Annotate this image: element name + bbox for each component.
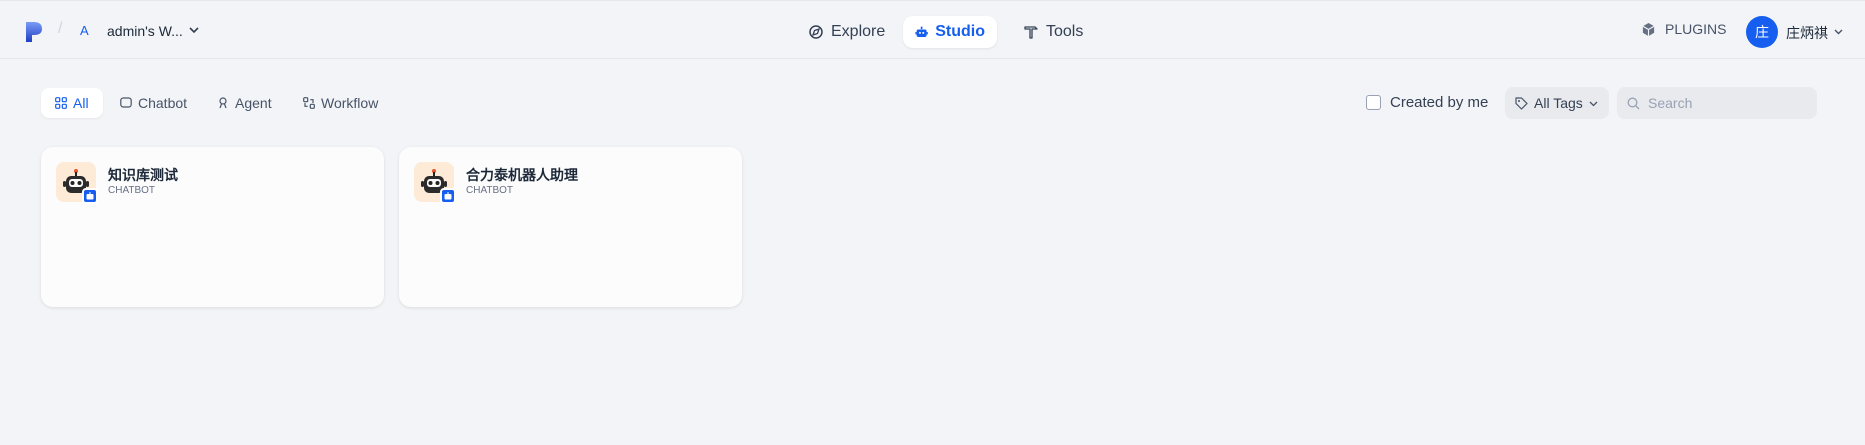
app-name: 知识库测试 [108,167,178,183]
compass-icon [809,25,823,39]
hammer-icon [1024,26,1038,39]
agent-icon [219,97,227,109]
created-by-me-checkbox[interactable] [1366,95,1381,110]
avatar[interactable]: 庄 [1746,16,1778,48]
tab-all[interactable]: All [41,88,103,118]
tab-chatbot-label: Chatbot [138,95,188,111]
all-tags-dropdown[interactable]: All Tags [1505,87,1609,119]
app-type: CHATBOT [108,185,156,196]
workflow-icon [303,97,315,109]
nav-studio[interactable]: Studio [903,16,997,48]
chevron-down-icon[interactable] [189,26,199,34]
workspace-initial: A [80,23,89,38]
chatbot-type-badge [82,188,98,204]
nav-tools[interactable]: Tools [1011,16,1095,48]
app-card[interactable]: 合力泰机器人助理 CHATBOT [399,147,742,307]
app-name: 合力泰机器人助理 [466,167,578,183]
app-type: CHATBOT [466,185,514,196]
top-navigation-bar: / A admin's W... Explore Studio Tools PL… [0,0,1865,59]
nav-studio-label: Studio [935,23,985,40]
chevron-down-icon[interactable] [1834,28,1843,35]
plugins-button[interactable]: PLUGINS [1641,21,1726,37]
plugins-label: PLUGINS [1665,21,1727,37]
tag-icon [1515,96,1528,110]
workspace-name[interactable]: admin's W... [107,23,183,39]
tab-workflow-label: Workflow [321,95,379,111]
tab-agent[interactable]: Agent [203,88,286,118]
chatbot-type-badge [440,188,456,204]
search-icon [1627,97,1640,109]
chevron-down-icon [1589,101,1598,106]
search-input[interactable] [1646,94,1810,112]
search-field[interactable] [1617,87,1817,119]
robot-icon [444,192,452,200]
robot-icon [915,26,928,37]
created-by-me-label[interactable]: Created by me [1390,94,1488,111]
grid-icon [55,97,67,109]
tab-chatbot[interactable]: Chatbot [106,88,201,118]
tab-agent-label: Agent [235,95,272,111]
app-logo-icon[interactable] [26,22,42,42]
tab-workflow[interactable]: Workflow [289,88,392,118]
robot-icon [86,192,94,200]
user-name[interactable]: 庄炳祺 [1786,23,1828,43]
nav-explore-label: Explore [831,23,886,40]
app-card[interactable]: 知识库测试 CHATBOT [41,147,384,307]
breadcrumb-separator: / [58,20,63,37]
nav-explore[interactable]: Explore [796,16,897,48]
cube-icon [1642,22,1655,36]
tab-all-label: All [73,95,89,111]
all-tags-label: All Tags [1534,95,1583,111]
nav-tools-label: Tools [1046,23,1084,40]
chat-icon [120,97,132,108]
